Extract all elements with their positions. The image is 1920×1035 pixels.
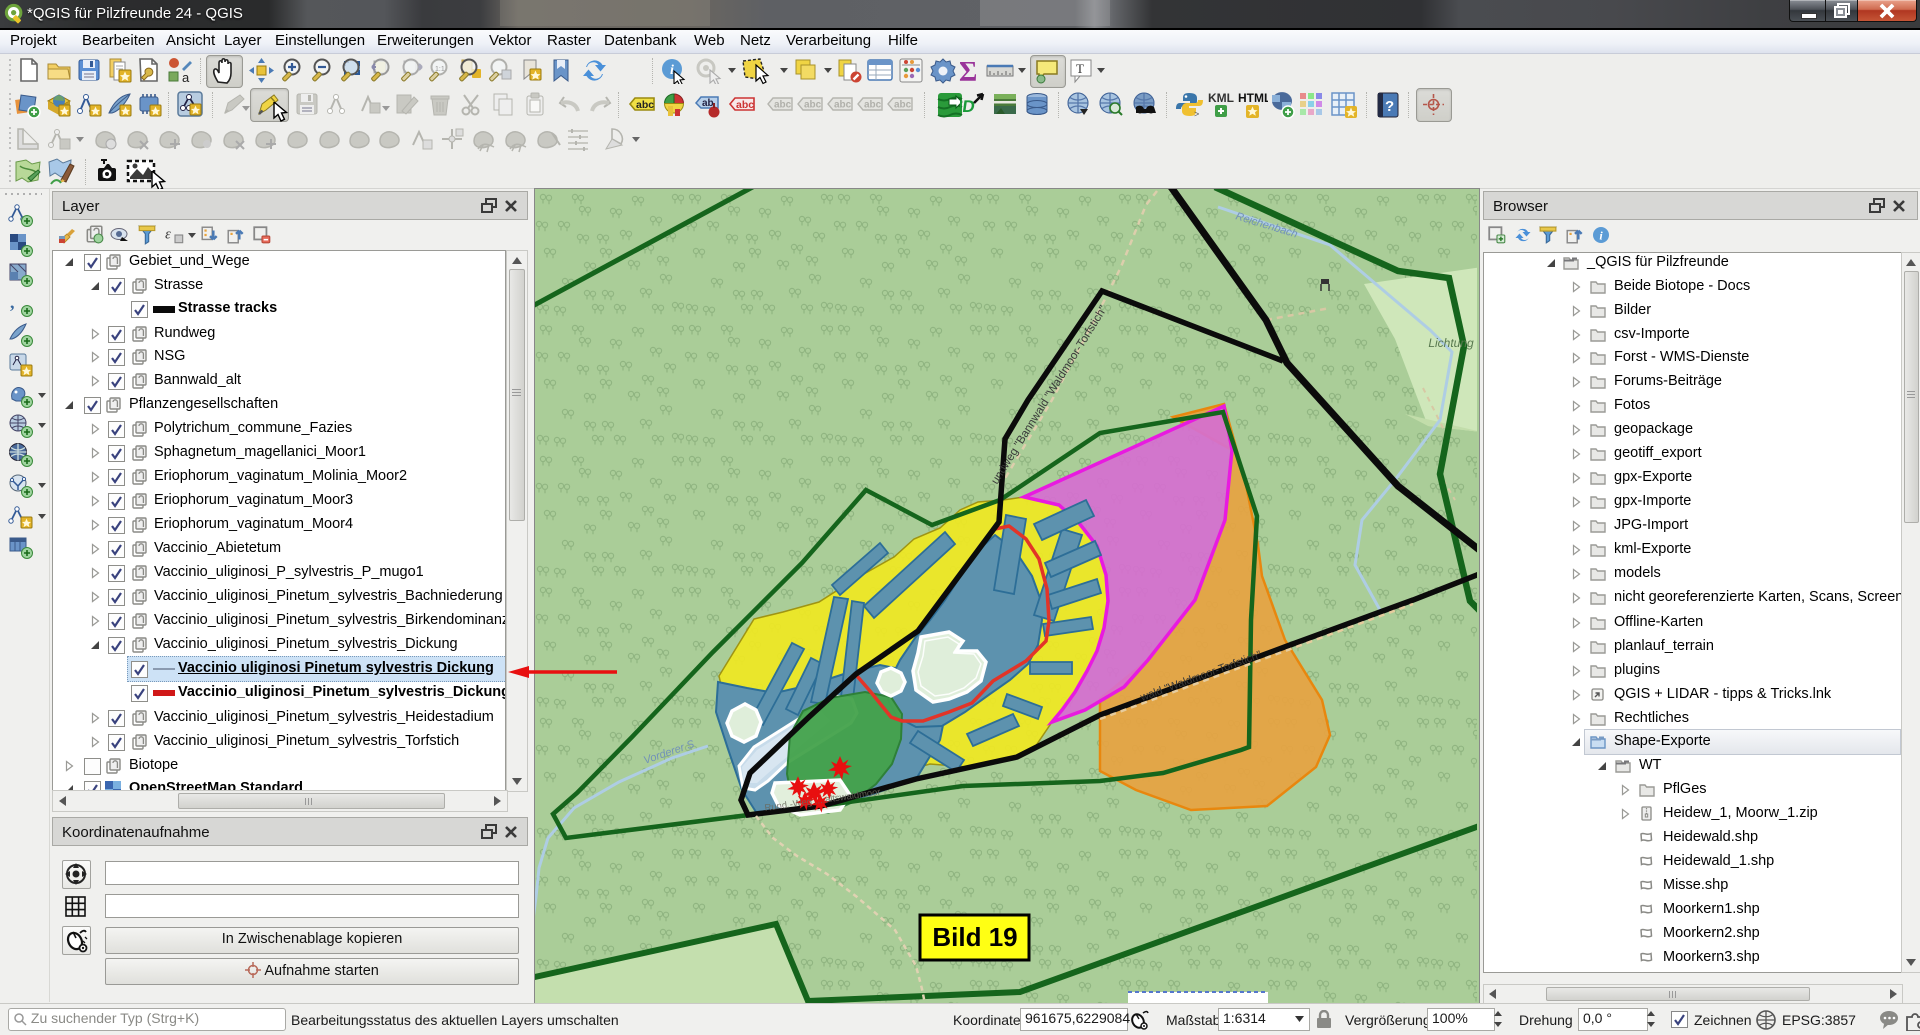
svg-text:abc: abc [894, 100, 912, 111]
svg-text:T: T [1076, 61, 1084, 76]
svg-text:Σ: Σ [959, 57, 977, 85]
svg-text:abc: abc [804, 100, 822, 111]
svg-text:?: ? [1385, 98, 1394, 115]
svg-text:a: a [182, 70, 190, 83]
svg-text:1:1: 1:1 [435, 66, 445, 73]
svg-text:Bild 19: Bild 19 [932, 922, 1017, 952]
svg-text:abc: abc [864, 100, 882, 111]
svg-text:abc: abc [636, 99, 654, 111]
svg-text:abc: abc [834, 100, 852, 111]
svg-text:Lichtung: Lichtung [1428, 336, 1474, 350]
svg-text:KML: KML [1208, 91, 1234, 105]
svg-text:abc: abc [774, 100, 792, 111]
svg-text:>: > [1194, 109, 1199, 119]
svg-text:ε: ε [165, 226, 171, 242]
svg-text:ID: ID [960, 97, 976, 116]
svg-text:HTML: HTML [1238, 91, 1268, 105]
svg-text:,: , [10, 292, 15, 312]
svg-text:abc: abc [736, 99, 754, 111]
